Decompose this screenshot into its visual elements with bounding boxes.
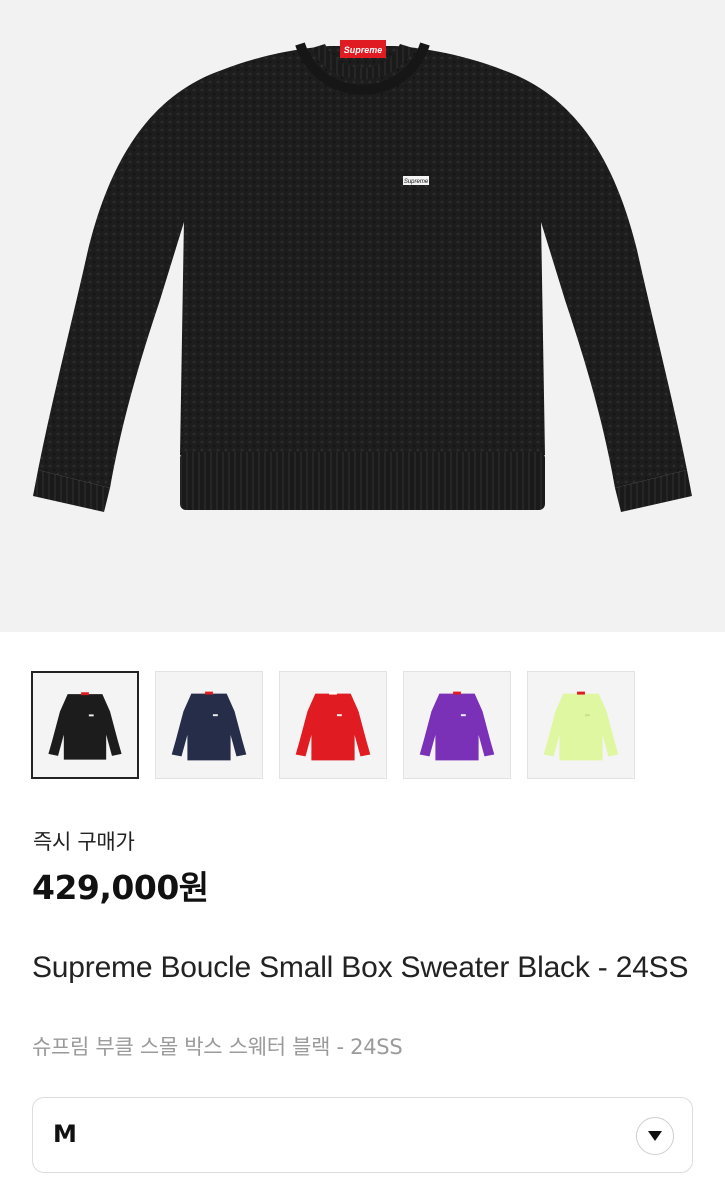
chevron-down-icon	[648, 1131, 662, 1141]
thumbnail-purple[interactable]	[403, 671, 511, 779]
box-logo: Supreme	[404, 179, 429, 185]
thumbnail-image	[295, 691, 371, 761]
color-thumbnails	[31, 671, 695, 779]
thumbnail-navy[interactable]	[155, 671, 263, 779]
thumb-sweater	[419, 693, 495, 761]
thumbnail-red[interactable]	[279, 671, 387, 779]
price-label: 즉시 구매가	[33, 830, 135, 854]
dropdown-button[interactable]	[636, 1117, 674, 1155]
thumb-sweater	[295, 693, 371, 761]
thumbnail-image	[419, 691, 495, 761]
thumbnail-image	[48, 692, 122, 760]
product-subtitle: 슈프림 부클 스몰 박스 스웨터 블랙 - 24SS	[32, 1035, 403, 1059]
price-value: 429,000원	[32, 868, 209, 907]
thumb-sweater	[543, 693, 619, 761]
thumbnail-image	[543, 691, 619, 761]
thumb-sweater	[48, 694, 122, 760]
size-selector[interactable]: M	[32, 1097, 693, 1173]
thumbnail-lime[interactable]	[527, 671, 635, 779]
product-image: Supreme Supreme	[0, 0, 725, 632]
selected-size: M	[53, 1120, 77, 1148]
thumb-sweater	[171, 693, 247, 761]
logo-label: Supreme	[344, 45, 383, 55]
sweater-illustration: Supreme Supreme	[33, 40, 692, 512]
thumbnail-image	[171, 691, 247, 761]
thumbnail-black[interactable]	[31, 671, 139, 779]
product-title: Supreme Boucle Small Box Sweater Black -…	[32, 951, 689, 984]
